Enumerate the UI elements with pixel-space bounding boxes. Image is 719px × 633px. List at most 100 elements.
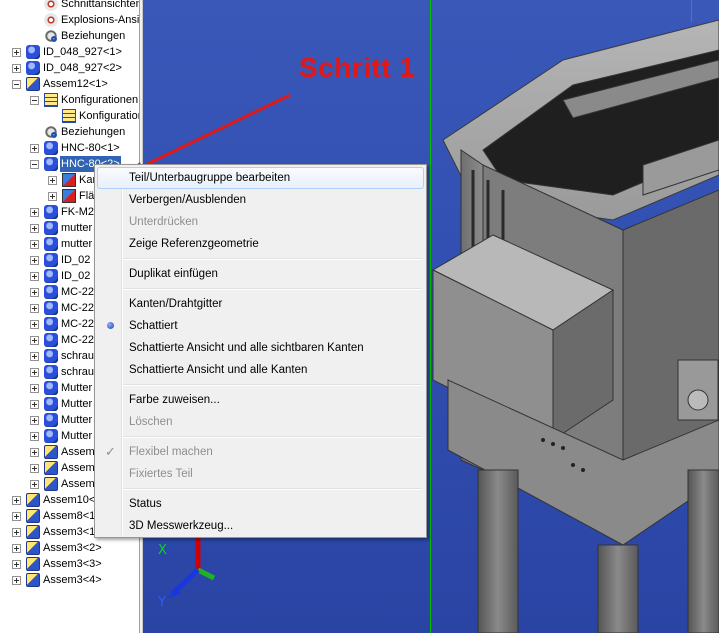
expand-icon[interactable]	[30, 144, 39, 153]
section-views-icon	[44, 0, 58, 11]
part-icon	[44, 365, 58, 379]
tree-node-label: MC-22	[61, 302, 95, 314]
part-icon	[44, 381, 58, 395]
assembly-icon	[26, 77, 40, 91]
menu-separator	[123, 488, 422, 490]
menu-item-schattiert[interactable]: Schattiert	[97, 315, 424, 337]
tree-node-label: Mutter	[61, 414, 93, 426]
expand-icon[interactable]	[12, 48, 21, 57]
expand-icon[interactable]	[30, 464, 39, 473]
expand-icon[interactable]	[30, 448, 39, 457]
expand-icon[interactable]	[12, 512, 21, 521]
expand-icon[interactable]	[30, 352, 39, 361]
expand-icon[interactable]	[12, 528, 21, 537]
tree-node-label: Beziehungen	[61, 30, 126, 42]
assembly-icon	[26, 493, 40, 507]
menu-item-label: Schattiert	[129, 320, 178, 332]
expand-icon[interactable]	[30, 480, 39, 489]
cube-icon	[62, 189, 76, 203]
part-icon	[44, 429, 58, 443]
collapse-icon[interactable]	[30, 160, 39, 169]
menu-item-label: Status	[129, 498, 162, 510]
menu-separator	[123, 288, 422, 290]
menu-item-fixiertes-teil: Fixiertes Teil	[97, 463, 424, 485]
menu-item-teil-unterbaugruppe-bearbeiten[interactable]: Teil/Unterbaugruppe bearbeiten	[97, 167, 424, 189]
tree-node-label: Mutter	[61, 382, 93, 394]
tree-node-label: Assem12<1>	[43, 78, 108, 90]
tree-node-label: HNC-80<1>	[61, 142, 120, 154]
expand-icon[interactable]	[12, 496, 21, 505]
tree-node-label: ID_02	[61, 254, 91, 266]
menu-item-label: Unterdrücken	[129, 216, 199, 228]
expand-icon[interactable]	[48, 192, 57, 201]
menu-item-status[interactable]: Status	[97, 493, 424, 515]
expand-icon[interactable]	[30, 416, 39, 425]
expand-icon[interactable]	[30, 400, 39, 409]
menu-item-duplikat-einfügen[interactable]: Duplikat einfügen	[97, 263, 424, 285]
part-icon	[44, 333, 58, 347]
expand-icon[interactable]	[30, 304, 39, 313]
menu-item-schattierte-ansicht-und-alle-sichtbaren-kanten[interactable]: Schattierte Ansicht und alle sichtbaren …	[97, 337, 424, 359]
menu-item-label: Verbergen/Ausblenden	[129, 194, 247, 206]
step-annotation: Schritt 1	[299, 52, 416, 83]
menu-separator	[123, 384, 422, 386]
menu-item-farbe-zuweisen[interactable]: Farbe zuweisen...	[97, 389, 424, 411]
expand-icon[interactable]	[30, 256, 39, 265]
collapse-icon[interactable]	[30, 96, 39, 105]
configuration-icon	[44, 93, 58, 107]
expand-icon[interactable]	[30, 320, 39, 329]
tree-node-label: Konfiguration	[79, 110, 139, 122]
menu-item-schattierte-ansicht-und-alle-kanten[interactable]: Schattierte Ansicht und alle Kanten	[97, 359, 424, 381]
expand-icon[interactable]	[12, 576, 21, 585]
assembly-icon	[26, 557, 40, 571]
expand-icon[interactable]	[30, 368, 39, 377]
assembly-icon	[26, 541, 40, 555]
part-icon	[44, 317, 58, 331]
expand-icon[interactable]	[30, 224, 39, 233]
configuration-icon	[62, 109, 76, 123]
cube-icon	[62, 173, 76, 187]
assembly-icon	[26, 573, 40, 587]
tree-node-label: Mutter	[61, 398, 93, 410]
part-icon	[44, 237, 58, 251]
expand-icon[interactable]	[30, 432, 39, 441]
expand-icon[interactable]	[12, 64, 21, 73]
radio-selected-icon	[107, 322, 114, 329]
menu-item-label: Duplikat einfügen	[129, 268, 218, 280]
orientation-triad: X Y	[158, 538, 216, 610]
tree-node-label: Assem3<1	[43, 526, 96, 538]
assembly-icon	[44, 445, 58, 459]
collapse-icon[interactable]	[12, 80, 21, 89]
expand-icon[interactable]	[30, 208, 39, 217]
tree-node-label: Assem	[61, 462, 95, 474]
assembly-icon	[44, 477, 58, 491]
expand-icon[interactable]	[12, 560, 21, 569]
tree-node-label: Assem3<4>	[43, 574, 102, 586]
menu-item-unterdrücken: Unterdrücken	[97, 211, 424, 233]
expand-icon[interactable]	[12, 544, 21, 553]
tree-node-label: mutter	[61, 238, 93, 250]
expand-icon[interactable]	[30, 288, 39, 297]
menu-item-zeige-referenzgeometrie[interactable]: Zeige Referenzgeometrie	[97, 233, 424, 255]
tree-node-label: MC-22	[61, 334, 95, 346]
expand-icon[interactable]	[48, 176, 57, 185]
menu-item-3d-messwerkzeug[interactable]: 3D Messwerkzeug...	[97, 515, 424, 537]
expand-icon[interactable]	[30, 272, 39, 281]
expand-icon[interactable]	[30, 240, 39, 249]
menu-item-kanten-drahtgitter[interactable]: Kanten/Drahtgitter	[97, 293, 424, 315]
context-menu[interactable]: Teil/Unterbaugruppe bearbeiten Verbergen/…	[94, 164, 427, 538]
expand-icon[interactable]	[30, 384, 39, 393]
tree-node-label: Konfigurationen	[61, 94, 139, 106]
expand-icon[interactable]	[30, 336, 39, 345]
tree-node-label: ID_02	[61, 270, 91, 282]
menu-item-label: Kanten/Drahtgitter	[129, 298, 223, 310]
tree-node-label: schrau	[61, 366, 95, 378]
part-icon	[26, 61, 40, 75]
tree-node-label: ID_048_927<1>	[43, 46, 122, 58]
menu-separator	[123, 258, 422, 260]
tree-node-label: Beziehungen	[61, 126, 126, 138]
tree-node-label: MC-22	[61, 286, 95, 298]
menu-item-verbergen-ausblenden[interactable]: Verbergen/Ausblenden	[97, 189, 424, 211]
assembly-icon	[44, 461, 58, 475]
menu-item-label: Flexibel machen	[129, 446, 213, 458]
